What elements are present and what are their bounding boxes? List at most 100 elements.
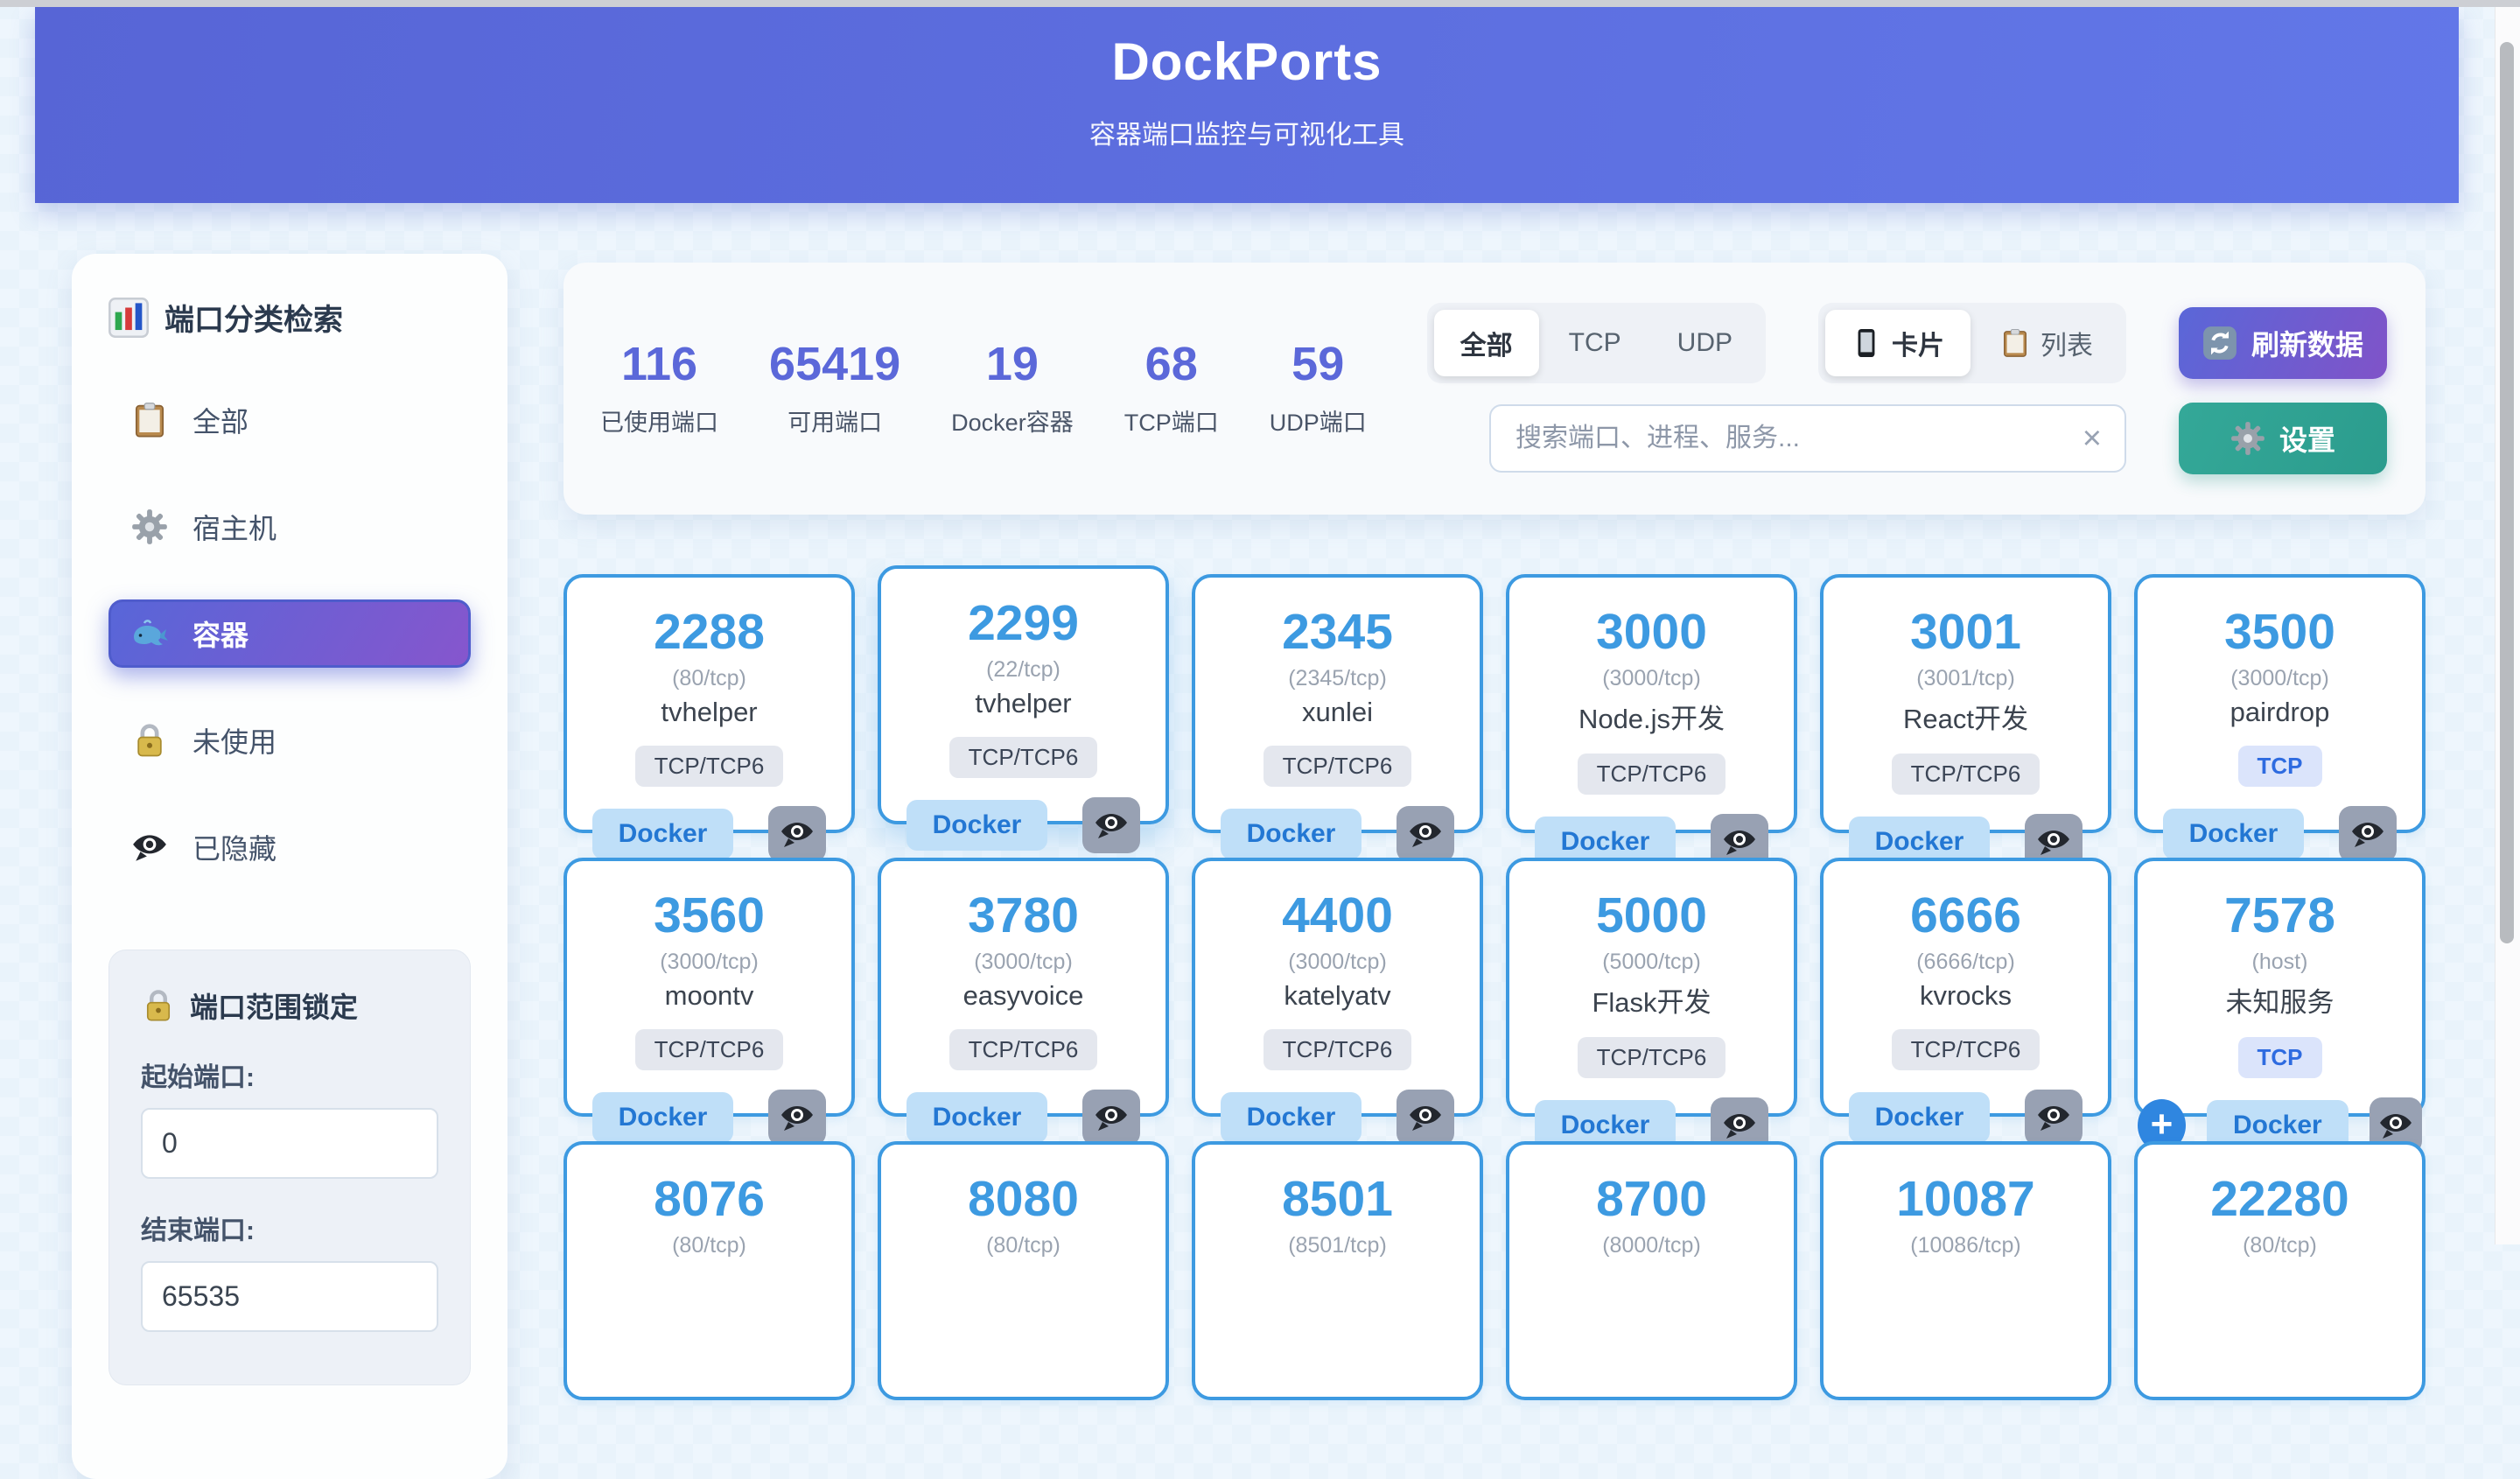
view-tab-list[interactable]: 列表 <box>1974 310 2119 376</box>
port-number: 8700 <box>1509 1174 1794 1224</box>
phone-icon <box>1852 328 1881 358</box>
stat-value: 65419 <box>769 340 900 388</box>
sidebar-item-unused[interactable]: 未使用 <box>108 706 471 775</box>
port-card-8080[interactable]: 8080 (80/tcp) <box>878 1141 1169 1400</box>
stat-value: 59 <box>1270 340 1367 388</box>
refresh-button[interactable]: 刷新数据 <box>2179 307 2387 379</box>
port-number: 22280 <box>2138 1174 2422 1224</box>
port-mapping: (80/tcp) <box>567 666 851 691</box>
stat-udp: 59 UDP端口 <box>1270 340 1367 438</box>
sidebar-item-label: 容器 <box>192 613 248 654</box>
protocol-tab-all[interactable]: 全部 <box>1434 310 1539 376</box>
port-number: 3001 <box>1824 607 2108 657</box>
end-port-label: 结束端口: <box>141 1209 438 1247</box>
port-range-title-label: 端口范围锁定 <box>190 985 358 1026</box>
port-card-2288[interactable]: 2288 (80/tcp)tvhelperTCP/TCP6Docker <box>564 574 855 833</box>
port-card-22280[interactable]: 22280 (80/tcp) <box>2134 1141 2426 1400</box>
port-card-3780[interactable]: 3780 (3000/tcp)easyvoiceTCP/TCP6Docker <box>878 858 1169 1117</box>
port-card-8076[interactable]: 8076 (80/tcp) <box>564 1141 855 1400</box>
process-name: Node.js开发 <box>1509 697 1794 736</box>
port-mapping: (8000/tcp) <box>1509 1233 1794 1258</box>
protocol-tab-tcp[interactable]: TCP <box>1543 310 1648 376</box>
start-port-input[interactable] <box>141 1108 438 1179</box>
sidebar-item-container[interactable]: 容器 <box>108 599 471 668</box>
stat-label: 已使用端口 <box>600 403 718 438</box>
port-number: 3780 <box>881 891 1166 941</box>
hide-eye-button[interactable] <box>1396 1090 1454 1146</box>
port-card-10087[interactable]: 10087 (10086/tcp) <box>1820 1141 2111 1400</box>
hide-eye-button[interactable] <box>2025 1090 2082 1146</box>
port-card-3001[interactable]: 3001 (3001/tcp)React开发TCP/TCP6Docker <box>1820 574 2111 833</box>
whale-icon <box>131 615 168 652</box>
hide-eye-button[interactable] <box>1082 797 1140 853</box>
refresh-icon <box>2202 326 2237 361</box>
bar-chart-icon <box>108 298 149 338</box>
window-top-edge <box>0 0 2520 7</box>
view-tab-card[interactable]: 卡片 <box>1825 310 1970 376</box>
process-name: tvhelper <box>567 697 851 728</box>
port-range-panel: 端口范围锁定 起始端口: 结束端口: <box>108 950 471 1385</box>
docker-badge: Docker <box>1221 1092 1362 1143</box>
port-range-title: 端口范围锁定 <box>141 985 438 1026</box>
docker-badge: Docker <box>592 809 734 859</box>
sidebar-item-all[interactable]: 全部 <box>108 386 471 454</box>
search-input[interactable] <box>1514 423 2065 454</box>
port-card-8700[interactable]: 8700 (8000/tcp) <box>1506 1141 1797 1400</box>
scrollbar-thumb[interactable] <box>2500 42 2514 943</box>
port-card-2345[interactable]: 2345 (2345/tcp)xunleiTCP/TCP6Docker <box>1192 574 1483 833</box>
protocol-badge: TCP/TCP6 <box>1578 1037 1726 1078</box>
port-card-3560[interactable]: 3560 (3000/tcp)moontvTCP/TCP6Docker <box>564 858 855 1117</box>
port-number: 2299 <box>881 599 1166 648</box>
lock-icon <box>141 988 176 1023</box>
stat-value: 68 <box>1124 340 1219 388</box>
search-clear-icon[interactable]: × <box>2082 422 2102 455</box>
view-toggle: 卡片 列表 <box>1818 303 2126 383</box>
port-mapping: (80/tcp) <box>567 1233 851 1258</box>
hide-eye-button[interactable] <box>1396 806 1454 862</box>
clipboard-icon <box>131 402 168 438</box>
protocol-tab-udp[interactable]: UDP <box>1651 310 1759 376</box>
process-name: Flask开发 <box>1509 980 1794 1020</box>
port-mapping: (3000/tcp) <box>1195 950 1480 975</box>
protocol-filter: 全部TCPUDP <box>1427 303 1766 383</box>
port-mapping: (3000/tcp) <box>2138 666 2422 691</box>
card-actions: Docker <box>1195 1090 1480 1146</box>
port-card-5000[interactable]: 5000 (5000/tcp)Flask开发TCP/TCP6Docker <box>1506 858 1797 1117</box>
settings-button-label: 设置 <box>2279 418 2335 459</box>
hide-eye-button[interactable] <box>2339 806 2397 862</box>
port-card-3500[interactable]: 3500 (3000/tcp)pairdropTCPDocker <box>2134 574 2426 833</box>
docker-badge: Docker <box>906 1092 1048 1143</box>
search-box: × <box>1489 404 2126 473</box>
port-number: 3500 <box>2138 607 2422 657</box>
eye-icon <box>131 829 168 866</box>
port-card-4400[interactable]: 4400 (3000/tcp)katelyatvTCP/TCP6Docker <box>1192 858 1483 1117</box>
protocol-badge: TCP/TCP6 <box>1892 754 2040 795</box>
card-actions: Docker <box>1824 1090 2108 1146</box>
protocol-badge: TCP/TCP6 <box>1264 746 1412 787</box>
port-number: 2345 <box>1195 607 1480 657</box>
settings-button[interactable]: 设置 <box>2179 403 2387 474</box>
toolbar-controls: 全部TCPUDP 卡片 列表 刷新数据 × 设置 <box>1427 303 2387 474</box>
protocol-badge: TCP/TCP6 <box>635 1029 784 1070</box>
process-name: 未知服务 <box>2138 980 2422 1020</box>
sidebar-item-hidden[interactable]: 已隐藏 <box>108 813 471 881</box>
port-card-8501[interactable]: 8501 (8501/tcp) <box>1192 1141 1483 1400</box>
port-card-7578[interactable]: 7578 (host)未知服务TCP+Docker <box>2134 858 2426 1117</box>
stat-label: 可用端口 <box>769 403 900 438</box>
hide-eye-button[interactable] <box>1082 1090 1140 1146</box>
port-card-6666[interactable]: 6666 (6666/tcp)kvrocksTCP/TCP6Docker <box>1820 858 2111 1117</box>
protocol-badge: TCP/TCP6 <box>1892 1029 2040 1070</box>
process-name: pairdrop <box>2138 697 2422 728</box>
end-port-input[interactable] <box>141 1261 438 1332</box>
port-number: 6666 <box>1824 891 2108 941</box>
port-card-3000[interactable]: 3000 (3000/tcp)Node.js开发TCP/TCP6Docker <box>1506 574 1797 833</box>
docker-badge: Docker <box>1849 1092 1991 1143</box>
port-mapping: (3000/tcp) <box>881 950 1166 975</box>
port-card-2299[interactable]: 2299 (22/tcp)tvhelperTCP/TCP6Docker <box>878 565 1169 824</box>
process-name: React开发 <box>1824 697 2108 736</box>
hide-eye-button[interactable] <box>768 1090 826 1146</box>
card-actions: Docker <box>567 806 851 862</box>
hide-eye-button[interactable] <box>768 806 826 862</box>
sidebar-item-host[interactable]: 宿主机 <box>108 493 471 561</box>
view-tab-label: 卡片 <box>1892 324 1944 362</box>
